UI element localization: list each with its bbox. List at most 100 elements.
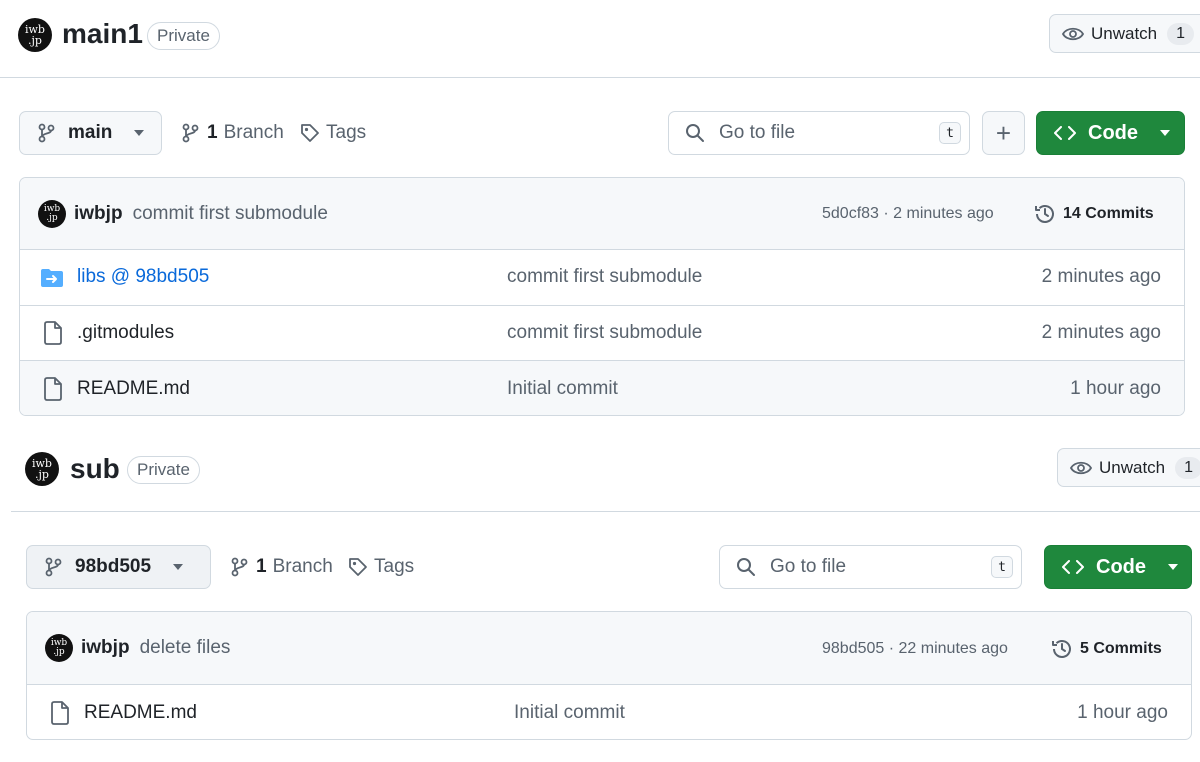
commit-time: 22 minutes ago <box>898 640 1008 657</box>
commit-author[interactable]: iwbjp <box>74 203 123 225</box>
shortcut-key: t <box>939 122 961 144</box>
commit-author[interactable]: iwbjp <box>81 637 130 659</box>
file-listing: iwb .jp iwbjp commit first submodule 5d0… <box>19 177 1185 416</box>
branch-count: 1 <box>207 122 218 143</box>
file-name[interactable]: .gitmodules <box>77 322 174 344</box>
commit-hash[interactable]: 5d0cf83 <box>822 205 879 222</box>
header-divider <box>11 511 1200 512</box>
go-to-file-input[interactable]: Go to file t <box>719 545 1022 589</box>
file-commit-message[interactable]: Initial commit <box>507 378 618 400</box>
commit-time: 2 minutes ago <box>893 205 994 222</box>
file-commit-time: 2 minutes ago <box>1041 322 1161 343</box>
unwatch-button[interactable]: Unwatch 1 <box>1049 14 1200 53</box>
commit-message[interactable]: delete files <box>140 637 231 659</box>
eye-icon <box>1062 27 1084 40</box>
file-listing: iwb .jp iwbjp delete files 98bd505 · 22 … <box>26 611 1192 740</box>
file-commit-time: 1 hour ago <box>1070 378 1161 399</box>
search-placeholder: Go to file <box>770 556 847 577</box>
eye-icon <box>1070 461 1092 474</box>
plus-icon: + <box>995 118 1012 148</box>
unwatch-label: Unwatch <box>1091 23 1158 43</box>
code-label: Code <box>1088 121 1138 144</box>
shortcut-key: t <box>991 556 1013 578</box>
visibility-badge: Private <box>147 22 220 50</box>
visibility-badge: Private <box>127 456 200 484</box>
file-commit-message[interactable]: commit first submodule <box>507 266 702 288</box>
search-icon <box>737 558 755 576</box>
branch-name: 98bd505 <box>75 556 152 577</box>
file-row[interactable]: README.md Initial commit 1 hour ago <box>27 685 1191 739</box>
commits-link[interactable]: 14 Commits <box>1033 202 1154 226</box>
file-row[interactable]: .gitmodules commit first submodule 2 min… <box>20 306 1184 361</box>
repo-avatar: iwb .jp <box>25 452 59 486</box>
caret-down-icon <box>134 130 145 136</box>
search-icon <box>686 124 704 142</box>
file-icon <box>51 701 69 725</box>
submodule-folder-icon <box>41 269 63 287</box>
file-name[interactable]: README.md <box>77 378 190 400</box>
repo-name[interactable]: main1 <box>62 18 143 50</box>
file-commit-message[interactable]: Initial commit <box>514 702 625 724</box>
commit-meta: 5d0cf83 · 2 minutes ago <box>822 205 994 223</box>
caret-down-icon <box>1168 564 1178 570</box>
commits-label: 5 Commits <box>1080 640 1162 657</box>
history-icon <box>1035 205 1054 223</box>
author-avatar: iwb .jp <box>38 199 66 228</box>
file-name[interactable]: README.md <box>84 702 197 724</box>
branch-selector[interactable]: main <box>19 111 162 155</box>
branch-icon <box>182 123 199 143</box>
commits-label: 14 Commits <box>1063 205 1154 222</box>
commit-hash[interactable]: 98bd505 <box>822 640 884 657</box>
file-name[interactable]: libs @ 98bd505 <box>77 266 209 288</box>
tags-label: Tags <box>374 556 415 577</box>
unwatch-label: Unwatch <box>1099 457 1166 477</box>
repo-name[interactable]: sub <box>70 453 120 485</box>
latest-commit-bar: iwb .jp iwbjp commit first submodule 5d0… <box>20 178 1184 250</box>
history-icon <box>1052 640 1071 658</box>
tag-icon <box>349 558 367 576</box>
branch-label: Branch <box>223 122 284 143</box>
caret-down-icon <box>1160 130 1170 136</box>
commits-link[interactable]: 5 Commits <box>1050 637 1162 661</box>
meta-separator: · <box>888 640 895 657</box>
file-commit-time: 2 minutes ago <box>1041 266 1161 287</box>
code-icon <box>1062 560 1084 574</box>
watch-count: 1 <box>1167 22 1195 45</box>
tags-label: Tags <box>326 122 367 143</box>
header-divider <box>0 77 1200 78</box>
file-row[interactable]: README.md Initial commit 1 hour ago <box>20 361 1184 415</box>
branches-link[interactable]: 1 Branch <box>181 122 284 144</box>
branch-icon <box>45 557 62 577</box>
caret-down-icon <box>173 564 184 570</box>
file-commit-time: 1 hour ago <box>1077 702 1168 723</box>
file-icon <box>44 321 62 345</box>
branch-label: Branch <box>272 556 333 577</box>
branch-selector[interactable]: 98bd505 <box>26 545 211 589</box>
repo-avatar: iwb .jp <box>18 18 52 52</box>
code-icon <box>1054 126 1076 140</box>
branch-name: main <box>68 122 113 143</box>
tags-link[interactable]: Tags <box>300 122 366 144</box>
author-avatar: iwb .jp <box>45 634 73 662</box>
branch-count: 1 <box>256 556 267 577</box>
meta-separator: · <box>883 205 889 222</box>
commit-meta: 98bd505 · 22 minutes ago <box>822 640 1008 658</box>
file-commit-message[interactable]: commit first submodule <box>507 322 702 344</box>
tags-link[interactable]: Tags <box>348 556 414 578</box>
branch-icon <box>231 557 248 577</box>
file-icon <box>44 377 62 401</box>
branch-icon <box>38 123 55 143</box>
add-file-button[interactable]: + <box>982 111 1025 155</box>
branches-link[interactable]: 1 Branch <box>230 556 333 578</box>
search-placeholder: Go to file <box>719 122 796 143</box>
code-label: Code <box>1096 555 1146 578</box>
watch-count: 1 <box>1175 456 1200 479</box>
latest-commit-bar: iwb .jp iwbjp delete files 98bd505 · 22 … <box>27 612 1191 685</box>
file-row[interactable]: libs @ 98bd505 commit first submodule 2 … <box>20 250 1184 306</box>
tag-icon <box>301 124 319 142</box>
go-to-file-input[interactable]: Go to file t <box>668 111 970 155</box>
commit-message[interactable]: commit first submodule <box>133 203 328 225</box>
code-button[interactable]: Code <box>1044 545 1192 589</box>
code-button[interactable]: Code <box>1036 111 1185 155</box>
unwatch-button[interactable]: Unwatch 1 <box>1057 448 1200 487</box>
